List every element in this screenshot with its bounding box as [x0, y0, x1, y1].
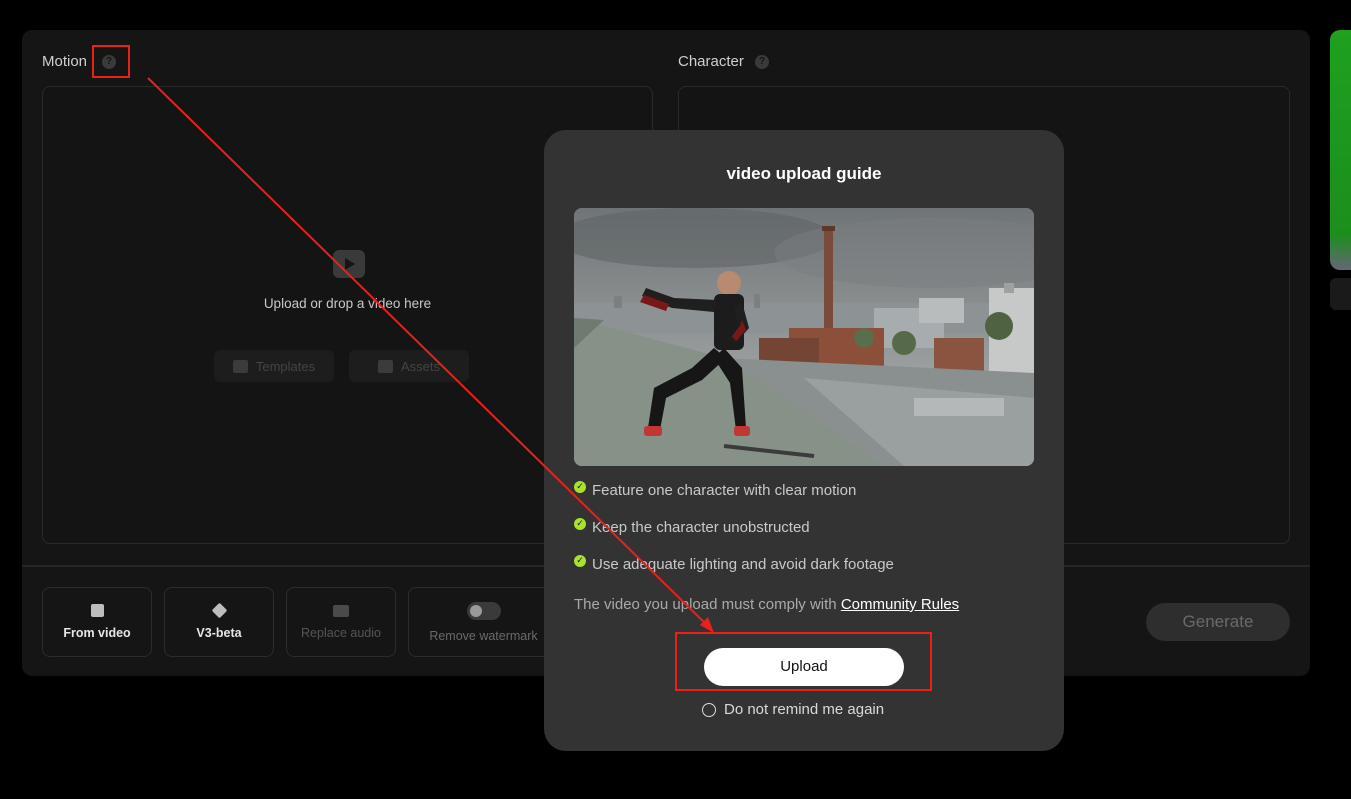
annotation-arrow	[147, 77, 714, 633]
